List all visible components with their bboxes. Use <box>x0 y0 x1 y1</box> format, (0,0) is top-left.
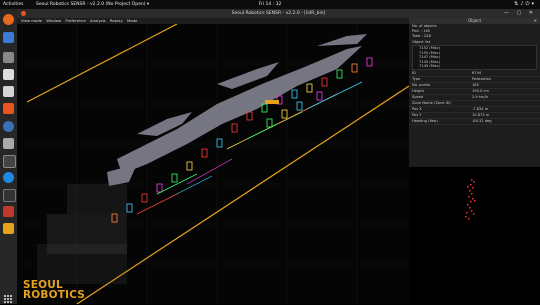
menu-view-mode[interactable]: View mode <box>21 18 42 23</box>
3d-point-cloud-viewport[interactable]: SEOUL ROBOTICS <box>17 24 409 304</box>
property-row: Heading (Yaw) -80.32 deg <box>409 119 540 125</box>
object-properties: ID 6744 Type Pedestrian No. points 185 Heig… <box>409 71 540 125</box>
object-point-view <box>465 179 476 220</box>
seoul-robotics-logo: SEOUL ROBOTICS <box>23 279 86 301</box>
text-editor-icon[interactable] <box>3 206 14 217</box>
zone-boundary-line <box>26 24 178 103</box>
total-count: Total : 228 <box>412 34 431 38</box>
ground-points <box>37 184 127 284</box>
mail-icon[interactable] <box>3 32 14 43</box>
window-title: Seoul Robotics SENSR - v2.2.0 - [lidR_bi… <box>231 11 326 16</box>
terminal-icon[interactable] <box>3 155 16 168</box>
teamviewer-icon[interactable] <box>3 172 14 183</box>
monitor-icon[interactable] <box>3 189 16 202</box>
dock <box>0 9 17 304</box>
list-item[interactable]: 7149 (Misc) <box>413 64 536 69</box>
firefox-icon[interactable] <box>3 14 14 25</box>
selected-object-marker[interactable] <box>265 100 279 104</box>
object-points <box>465 179 476 220</box>
system-top-bar: Activities Seoul Robotics SENSR - v2.2.0… <box>0 0 540 9</box>
sensr-icon[interactable] <box>3 223 14 234</box>
files-icon[interactable] <box>3 52 14 63</box>
panel-title: Object <box>467 18 482 23</box>
document-icon[interactable] <box>3 86 14 97</box>
object-panel: Object ✕ No. of objects Ped. : 165 Total… <box>409 18 540 304</box>
system-tray[interactable]: ⇅♪⏻▾ <box>514 1 536 7</box>
close-icon[interactable] <box>21 11 26 16</box>
settings-icon[interactable] <box>3 138 14 149</box>
menu-preference[interactable]: Preference <box>65 18 85 23</box>
point-cloud-scene <box>17 24 409 304</box>
help-icon[interactable] <box>3 121 14 132</box>
menu-mode[interactable]: Mode <box>127 18 137 23</box>
object-list-label: Object list <box>412 40 431 44</box>
chevron-down-icon: ▾ <box>531 1 536 7</box>
object-detail-view[interactable] <box>409 167 540 304</box>
software-center-icon[interactable] <box>3 103 14 114</box>
menu-replay[interactable]: Replay <box>110 18 123 23</box>
object-list[interactable]: 7152 (Misc) 7155 (Misc) 7147 (Misc) 7145… <box>412 45 537 70</box>
show-apps-icon[interactable] <box>4 295 13 304</box>
window-controls[interactable]: — ▢ ✕ <box>504 9 536 18</box>
window-title-bar: Seoul Robotics SENSR - v2.2.0 - [lidR_bi… <box>17 9 540 18</box>
building-points <box>107 34 367 186</box>
clock[interactable]: Fri 14 : 32 <box>0 2 540 7</box>
menu-window[interactable]: Window <box>46 18 61 23</box>
rhythmbox-icon[interactable] <box>3 69 14 80</box>
menu-analysis[interactable]: Analysis <box>90 18 106 23</box>
